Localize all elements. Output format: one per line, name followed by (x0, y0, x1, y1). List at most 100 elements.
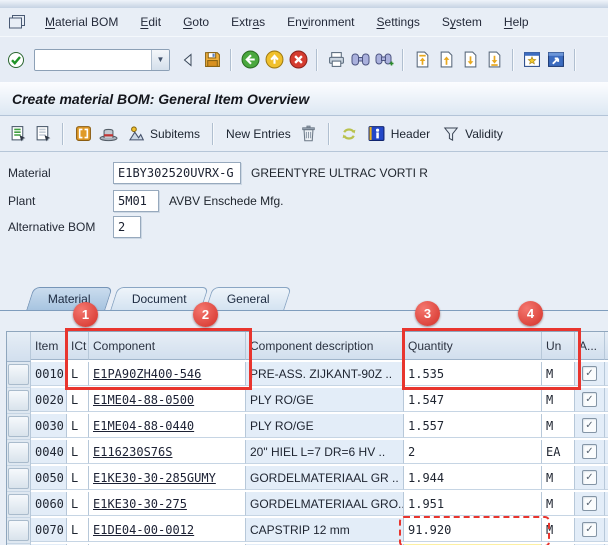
subitems-button[interactable]: Subitems (123, 123, 203, 145)
ict-cell[interactable]: L (67, 466, 89, 490)
new-session-icon[interactable] (522, 50, 542, 70)
next-page-icon[interactable] (460, 50, 480, 70)
item-cell[interactable]: 0050 (31, 466, 67, 490)
last-page-icon[interactable] (484, 50, 504, 70)
unit-cell[interactable]: M (542, 466, 575, 490)
ict-cell[interactable]: L (67, 414, 89, 438)
ict-cell[interactable]: L (67, 362, 89, 386)
row-selector[interactable] (7, 388, 31, 414)
unit-cell[interactable]: M (542, 518, 575, 542)
unit-cell[interactable]: M (542, 388, 575, 412)
ict-cell[interactable]: L (67, 388, 89, 412)
first-page-icon[interactable] (412, 50, 432, 70)
select-all-icon[interactable] (8, 124, 28, 144)
component-cell[interactable]: E1PA90ZH400-546 (89, 362, 246, 386)
assembly-cell[interactable]: ✓ (575, 440, 605, 464)
assembly-checkbox[interactable]: ✓ (582, 470, 597, 485)
unit-cell[interactable]: EA (542, 440, 575, 464)
menu-environment[interactable]: Environment (276, 12, 365, 32)
cancel-icon[interactable] (288, 50, 308, 70)
description-cell: GORDELMATERIAAL GR .. (246, 466, 404, 490)
ict-cell[interactable]: L (67, 518, 89, 542)
quantity-cell[interactable]: 1.547 (404, 388, 542, 412)
item-cell[interactable]: 0020 (31, 388, 67, 412)
save-icon[interactable] (202, 50, 222, 70)
item-cell[interactable]: 0040 (31, 440, 67, 464)
quantity-cell[interactable]: 1.535 (404, 362, 542, 386)
quantity-cell[interactable]: 2 (404, 440, 542, 464)
ict-cell[interactable]: L (67, 492, 89, 516)
tab-general[interactable]: General (206, 287, 292, 310)
menu-help[interactable]: Help (493, 12, 540, 32)
tab-material[interactable]: Material (26, 287, 112, 310)
quantity-cell[interactable]: 91.920 (404, 518, 542, 542)
assembly-cell[interactable]: ✓ (575, 518, 605, 542)
ict-cell[interactable]: L (67, 440, 89, 464)
row-selector[interactable] (7, 440, 31, 466)
assembly-cell[interactable]: ✓ (575, 466, 605, 490)
collapse-arrow-icon[interactable] (178, 50, 198, 70)
component-cell[interactable]: E1ME04-88-0440 (89, 414, 246, 438)
menu-settings[interactable]: Settings (366, 12, 431, 32)
delete-icon[interactable] (299, 124, 319, 144)
tab-document[interactable]: Document (110, 287, 208, 310)
assembly-checkbox[interactable]: ✓ (582, 496, 597, 511)
item-cell[interactable]: 0060 (31, 492, 67, 516)
quantity-cell[interactable]: 1.557 (404, 414, 542, 438)
component-cell[interactable]: E1KE30-30-275 (89, 492, 246, 516)
deselect-all-icon[interactable] (33, 124, 53, 144)
row-selector[interactable] (7, 492, 31, 518)
enter-icon[interactable] (6, 50, 26, 70)
quantity-cell[interactable]: 1.951 (404, 492, 542, 516)
find-icon[interactable] (350, 50, 370, 70)
assembly-cell[interactable]: ✓ (575, 388, 605, 412)
item-cell[interactable]: 0030 (31, 414, 67, 438)
menu-extras[interactable]: Extras (220, 12, 276, 32)
command-field[interactable] (35, 50, 151, 70)
component-cell[interactable]: E1DE04-00-0012 (89, 518, 246, 542)
menu-system[interactable]: System (431, 12, 493, 32)
row-selector[interactable] (7, 466, 31, 492)
assembly-cell[interactable]: ✓ (575, 414, 605, 438)
copy-item-icon[interactable] (73, 124, 93, 144)
back-icon[interactable] (240, 50, 260, 70)
assembly-checkbox[interactable]: ✓ (582, 392, 597, 407)
alternative-bom-field[interactable]: 2 (113, 216, 141, 238)
exit-icon[interactable] (264, 50, 284, 70)
header-button[interactable]: Header (364, 123, 433, 145)
item-cell[interactable]: 0010 (31, 362, 67, 386)
component-cell[interactable]: E1KE30-30-285GUMY (89, 466, 246, 490)
item-cell[interactable]: 0070 (31, 518, 67, 542)
row-selector[interactable] (7, 362, 31, 388)
select-all-cell[interactable] (7, 332, 31, 362)
print-icon[interactable] (326, 50, 346, 70)
previous-page-icon[interactable] (436, 50, 456, 70)
assembly-cell[interactable]: ✓ (575, 492, 605, 516)
component-cell[interactable]: E116230S76S (89, 440, 246, 464)
row-selector[interactable] (7, 518, 31, 544)
plant-field[interactable]: 5M01 (113, 190, 159, 212)
material-field[interactable]: E1BY302520UVRX-G (113, 162, 241, 184)
unit-cell[interactable]: M (542, 362, 575, 386)
quantity-cell[interactable]: 1.944 (404, 466, 542, 490)
menu-goto[interactable]: Goto (172, 12, 220, 32)
assembly-checkbox[interactable]: ✓ (582, 418, 597, 433)
menu-material-bom[interactable]: Material BOM (34, 12, 129, 32)
assembly-checkbox[interactable]: ✓ (582, 522, 597, 537)
validity-button[interactable]: Validity (438, 123, 506, 145)
shortcut-icon[interactable] (546, 50, 566, 70)
component-cell[interactable]: E1ME04-88-0500 (89, 388, 246, 412)
system-menu-icon[interactable] (6, 14, 28, 30)
menu-edit[interactable]: Edit (129, 12, 172, 32)
command-dropdown-icon[interactable]: ▼ (151, 50, 169, 70)
row-selector[interactable] (7, 414, 31, 440)
sort-icon[interactable] (339, 124, 359, 144)
assembly-cell[interactable]: ✓ (575, 362, 605, 386)
find-next-icon[interactable] (374, 50, 394, 70)
top-hat-icon[interactable] (98, 124, 118, 144)
assembly-checkbox[interactable]: ✓ (582, 444, 597, 459)
assembly-checkbox[interactable]: ✓ (582, 366, 597, 381)
new-entries-button[interactable]: New Entries (223, 126, 294, 142)
unit-cell[interactable]: M (542, 414, 575, 438)
unit-cell[interactable]: M (542, 492, 575, 516)
